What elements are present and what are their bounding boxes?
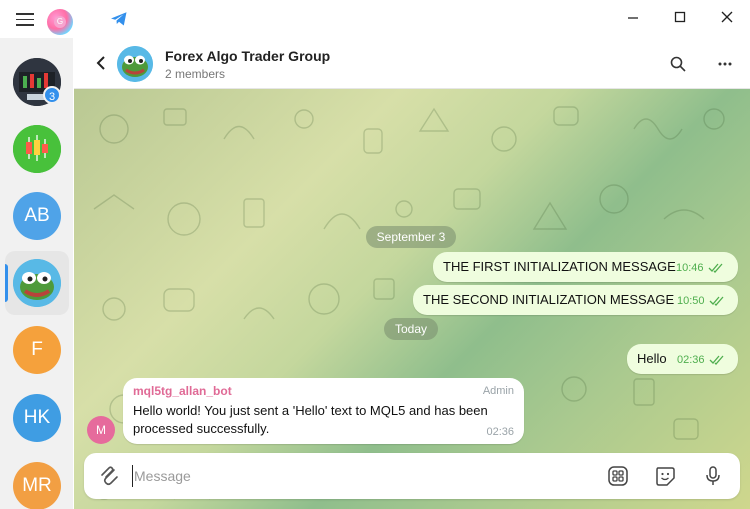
chat-avatar-frog[interactable]	[13, 259, 61, 307]
chat-title[interactable]: Forex Algo Trader Group	[165, 48, 330, 64]
unread-badge: 3	[43, 86, 61, 104]
group-avatar[interactable]	[117, 46, 153, 82]
title-bar: G	[0, 0, 750, 38]
chat-avatar-ab[interactable]: AB	[13, 192, 61, 240]
selected-chat-indicator	[5, 264, 8, 302]
read-receipt-icon	[709, 355, 724, 365]
chat-avatar-hk[interactable]: HK	[13, 394, 61, 442]
maximize-button[interactable]	[667, 6, 693, 30]
frog-icon	[117, 46, 153, 82]
app-logo: G	[47, 9, 73, 35]
chat-avatar-f[interactable]: F	[13, 326, 61, 374]
search-icon[interactable]	[670, 56, 686, 72]
member-count: 2 members	[165, 67, 226, 81]
telegram-plane-icon	[111, 12, 127, 26]
chat-avatar-candles[interactable]	[13, 125, 61, 173]
message-text: THE FIRST INITIALIZATION MESSAGE	[443, 259, 676, 274]
outgoing-message[interactable]: Hello 02:36	[627, 344, 738, 374]
read-receipt-icon	[708, 263, 723, 273]
message-text: Hello	[637, 351, 667, 366]
hamburger-icon[interactable]	[16, 13, 34, 26]
paperclip-icon[interactable]	[98, 464, 120, 488]
admin-label: Admin	[482, 385, 514, 397]
chat-sidebar: 3 AB F HK MR	[0, 38, 73, 509]
message-text: THE SECOND INITIALIZATION MESSAGE	[423, 292, 675, 307]
bot-commands-icon[interactable]	[607, 465, 629, 487]
message-text: Hello world! You just sent a 'Hello' tex…	[133, 403, 488, 436]
outgoing-message[interactable]: THE FIRST INITIALIZATION MESSAGE 10:46	[433, 252, 738, 282]
sender-name[interactable]: mql5tg_allan_bot	[133, 384, 232, 398]
message-time: 10:46	[676, 262, 704, 274]
back-arrow-icon[interactable]	[94, 55, 108, 71]
date-separator: Today	[384, 318, 438, 340]
message-time: 02:36	[677, 354, 705, 366]
close-button[interactable]	[714, 6, 740, 30]
minimize-icon	[628, 17, 638, 19]
outgoing-message[interactable]: THE SECOND INITIALIZATION MESSAGE 10:50	[413, 285, 738, 315]
minimize-button[interactable]	[620, 6, 646, 30]
message-time: 10:50	[677, 295, 705, 307]
more-options-icon[interactable]	[717, 56, 733, 72]
date-separator: September 3	[366, 226, 456, 248]
message-composer	[84, 453, 740, 499]
microphone-icon[interactable]	[704, 465, 722, 487]
sender-avatar[interactable]: M	[87, 416, 115, 444]
read-receipt-icon	[709, 296, 724, 306]
incoming-message[interactable]: mql5tg_allan_bot Admin Hello world! You …	[123, 378, 524, 444]
chat-header: Forex Algo Trader Group 2 members	[74, 38, 750, 89]
close-icon	[721, 11, 733, 23]
maximize-icon	[674, 11, 686, 23]
app-logo-letter: G	[54, 16, 66, 28]
chat-avatar-mr[interactable]: MR	[13, 462, 61, 509]
message-time: 02:36	[486, 426, 514, 438]
sticker-icon[interactable]	[654, 465, 676, 487]
message-input[interactable]	[132, 465, 592, 487]
frog-icon	[13, 259, 61, 307]
candlestick-icon	[13, 125, 61, 173]
